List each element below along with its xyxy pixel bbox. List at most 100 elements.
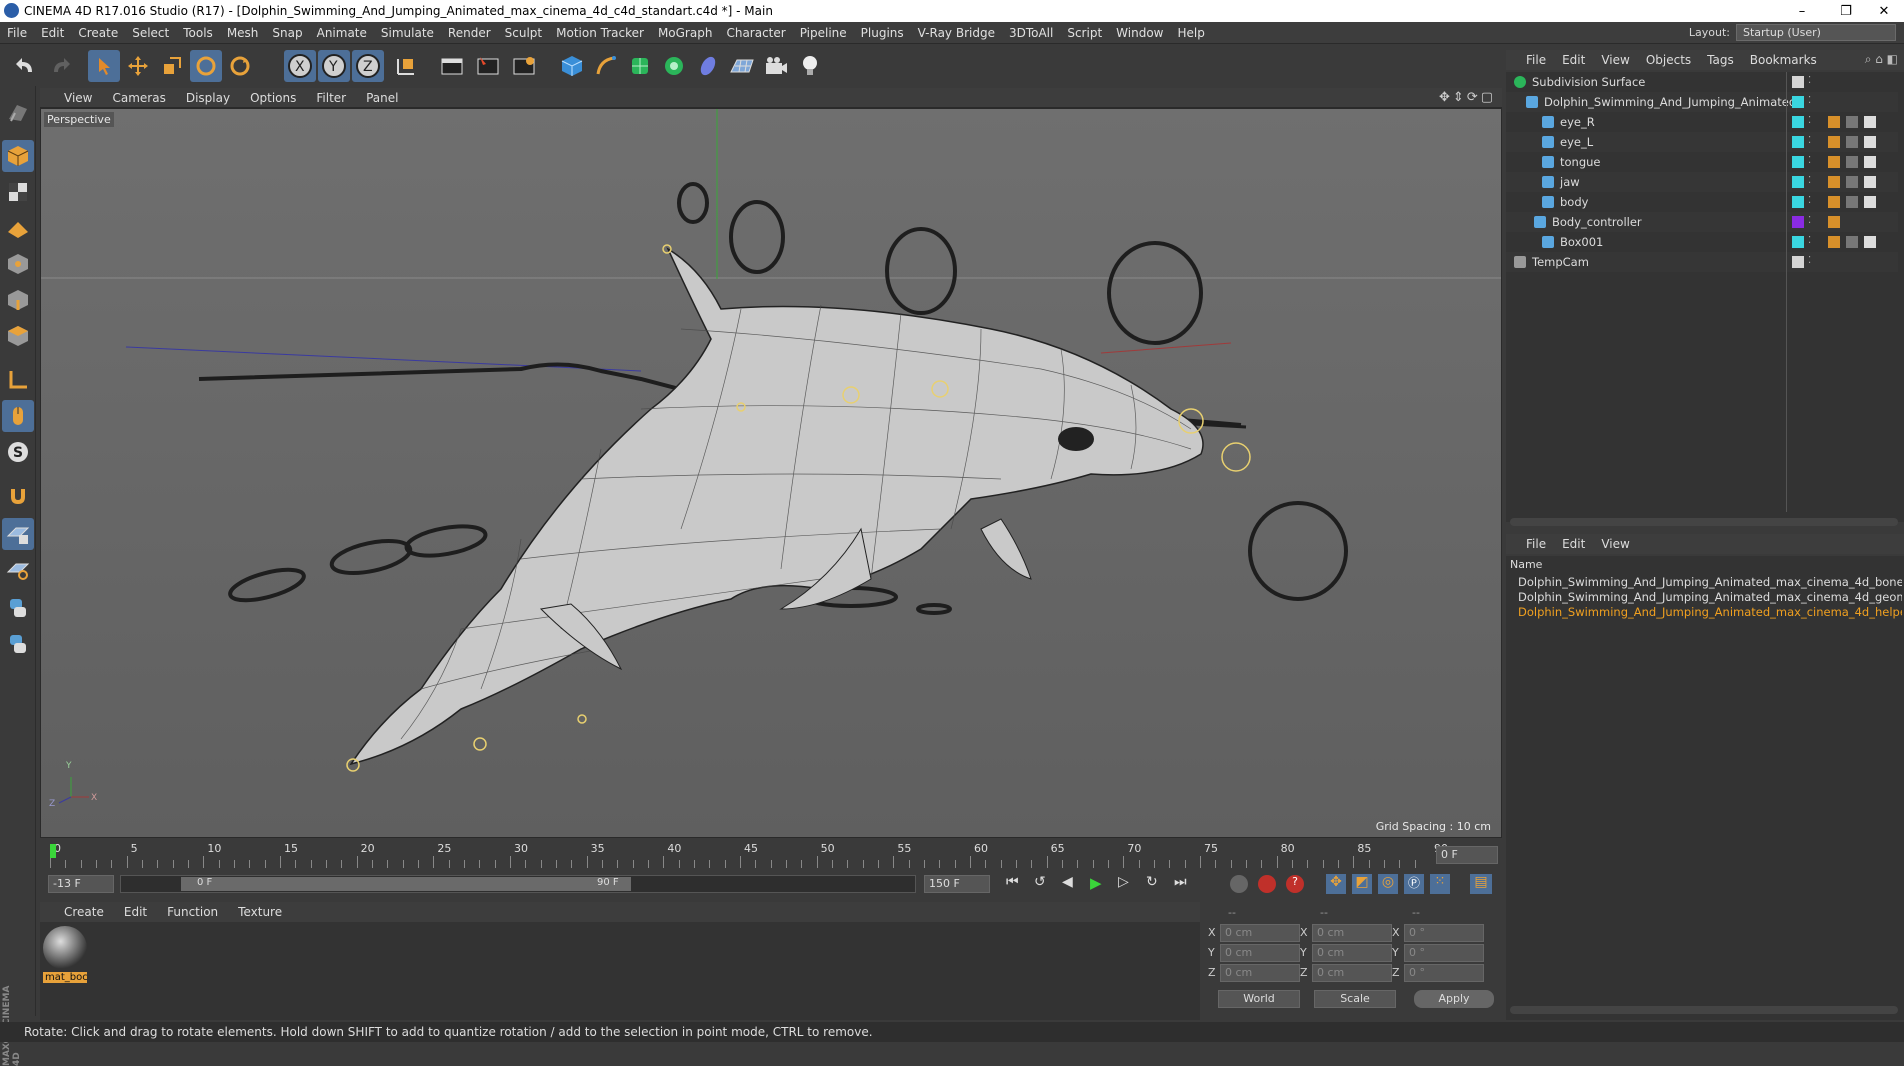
material-swatch[interactable]: mat_boc [43,926,87,986]
coord-apply-button[interactable]: Apply [1414,990,1494,1008]
key-position-icon[interactable]: ✥ [1326,874,1346,894]
layer-color-swatch[interactable] [1792,116,1804,128]
key-parameter-icon[interactable]: Ⓟ [1404,874,1424,894]
visibility-dots-icon[interactable]: ⁚ [1808,255,1811,266]
weight-tag-icon[interactable] [1828,176,1840,188]
axis-mode-icon[interactable] [2,364,34,396]
lock-workplane-icon[interactable] [2,518,34,550]
visibility-dots-icon[interactable]: ⁚ [1808,135,1811,146]
object-search-icon[interactable]: ⌕ ⌂ ◧ [1865,52,1898,67]
x-axis-lock-icon[interactable]: X [284,50,316,82]
object-menu-objects[interactable]: Objects [1638,53,1699,67]
texture-mode-icon[interactable] [2,176,34,208]
close-button[interactable]: ✕ [1862,0,1904,22]
menu-vray-bridge[interactable]: V-Ray Bridge [911,26,1002,40]
play-backwards-button[interactable]: ◀ [1062,874,1084,894]
visibility-dots-icon[interactable]: ⁚ [1808,175,1811,186]
magnet-icon[interactable] [2,480,34,512]
menu-character[interactable]: Character [719,26,792,40]
visibility-dots-icon[interactable]: ⁚ [1808,115,1811,126]
object-menu-tags[interactable]: Tags [1699,53,1742,67]
snap-icon[interactable]: S [2,436,34,468]
end-frame-field[interactable]: 150 F [924,875,990,893]
workplane-icon[interactable] [2,212,34,244]
menu-animate[interactable]: Animate [310,26,374,40]
material-tag-icon[interactable] [1846,176,1858,188]
viewport-navigation-icons[interactable]: ✥⇕⟳▢ [1439,90,1496,105]
layer-color-swatch[interactable] [1792,96,1804,108]
go-to-start-button[interactable]: ⏮ [1006,874,1028,894]
weight-tag-icon[interactable] [1828,136,1840,148]
object-row[interactable]: Subdivision Surface ⁚ [1506,72,1898,92]
material-menu-function[interactable]: Function [157,905,228,919]
key-scale-icon[interactable]: ◩ [1352,874,1372,894]
render-view-icon[interactable] [436,50,468,82]
coord-value-field[interactable]: 0 ° [1404,944,1484,962]
visibility-dots-icon[interactable]: ⁚ [1808,195,1811,206]
key-rotation-icon[interactable]: ◎ [1378,874,1398,894]
coord-value-field[interactable]: 0 cm [1312,924,1392,942]
material-menu-edit[interactable]: Edit [114,905,157,919]
key-pla-icon[interactable]: ⁙ [1430,874,1450,894]
object-row[interactable]: Box001 ⁚ [1506,232,1898,252]
object-row[interactable]: body ⁚ [1506,192,1898,212]
coord-value-field[interactable]: 0 cm [1312,944,1392,962]
timeline-playhead[interactable] [50,844,56,858]
menu-script[interactable]: Script [1060,26,1109,40]
menu-select[interactable]: Select [125,26,176,40]
texture-tag-icon[interactable] [1864,116,1876,128]
viewport-menu-panel[interactable]: Panel [356,91,408,105]
menu-mesh[interactable]: Mesh [220,26,266,40]
menu-sculpt[interactable]: Sculpt [498,26,549,40]
python-script-2-icon[interactable] [2,628,34,660]
object-horizontal-scrollbar[interactable] [1510,518,1898,526]
object-row[interactable]: TempCam ⁚ [1506,252,1898,272]
coord-value-field[interactable]: 0 cm [1312,964,1392,982]
layer-color-swatch[interactable] [1792,76,1804,88]
python-script-icon[interactable] [2,592,34,624]
model-mode-icon[interactable] [2,140,34,172]
coord-value-field[interactable]: 0 cm [1220,944,1300,962]
menu-snap[interactable]: Snap [265,26,309,40]
weight-tag-icon[interactable] [1828,216,1840,228]
z-axis-lock-icon[interactable]: Z [352,50,384,82]
menu-motion-tracker[interactable]: Motion Tracker [549,26,651,40]
object-menu-edit[interactable]: Edit [1554,53,1593,67]
make-editable-icon[interactable] [2,96,34,128]
layer-color-swatch[interactable] [1792,136,1804,148]
move-icon[interactable] [122,50,154,82]
viewport-menu-filter[interactable]: Filter [306,91,356,105]
frame-range-slider[interactable]: 0 F 90 F [120,875,916,893]
visibility-dots-icon[interactable]: ⁚ [1808,95,1811,106]
motion-record-icon[interactable] [1230,875,1248,893]
coord-value-field[interactable]: 0 cm [1220,964,1300,982]
material-tag-icon[interactable] [1846,116,1858,128]
texture-tag-icon[interactable] [1864,176,1876,188]
menu-edit[interactable]: Edit [34,26,71,40]
menu-create[interactable]: Create [71,26,125,40]
layer-color-swatch[interactable] [1792,196,1804,208]
coord-value-field[interactable]: 0 ° [1404,964,1484,982]
coordinate-system-icon[interactable] [390,50,422,82]
material-tag-icon[interactable] [1846,136,1858,148]
coord-value-field[interactable]: 0 cm [1220,924,1300,942]
layer-color-swatch[interactable] [1792,156,1804,168]
object-row[interactable]: jaw ⁚ [1506,172,1898,192]
object-row[interactable]: Dolphin_Swimming_And_Jumping_Animated ⁚ [1506,92,1898,112]
y-axis-lock-icon[interactable]: Y [318,50,350,82]
planar-workplane-icon[interactable] [2,554,34,586]
viewport-menu-view[interactable]: View [40,91,102,105]
play-button[interactable]: ▶ [1090,874,1112,894]
material-tag-icon[interactable] [1846,156,1858,168]
visibility-dots-icon[interactable]: ⁚ [1808,235,1811,246]
subdivision-surface-icon[interactable] [624,50,656,82]
live-selection-icon[interactable] [88,50,120,82]
recent-tool-icon[interactable] [224,50,256,82]
layer-row[interactable]: Dolphin_Swimming_And_Jumping_Animated_ma… [1512,604,1902,619]
timeline-window-icon[interactable]: ▤ [1470,874,1492,894]
viewport-menu-options[interactable]: Options [240,91,306,105]
rotate-icon[interactable] [190,50,222,82]
object-row[interactable]: eye_R ⁚ [1506,112,1898,132]
coord-world-dropdown[interactable]: World [1218,990,1300,1008]
timeline-ruler[interactable]: 051015202530354045505560657075808590 0 F [40,840,1502,872]
